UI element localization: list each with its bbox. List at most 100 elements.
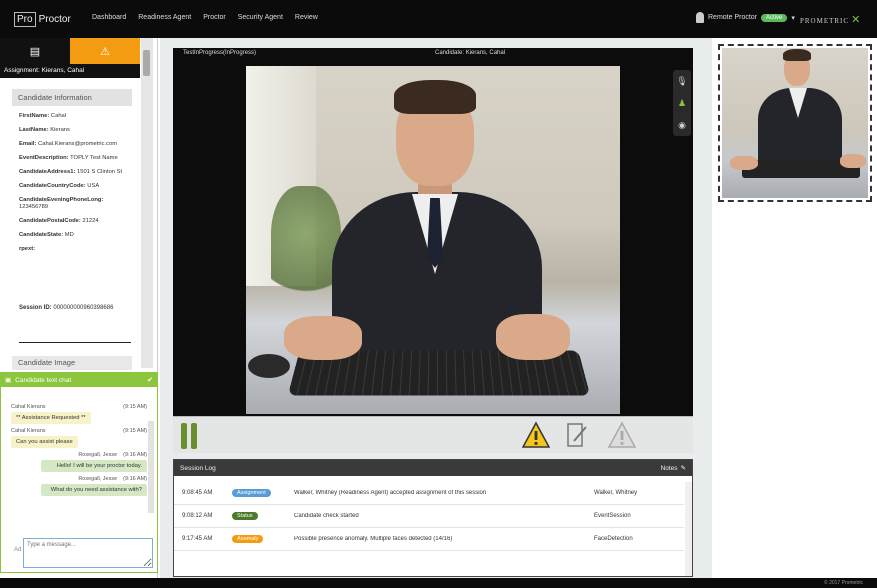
- footer: © 2017 Prometric: [0, 578, 877, 588]
- tab-candidate-info[interactable]: ▤: [0, 38, 70, 64]
- main-nav: Dashboard Readiness Agent Proctor Securi…: [92, 14, 318, 21]
- warning-icon-dot: [534, 442, 538, 445]
- raise-alert-button[interactable]: [522, 421, 550, 449]
- candidate-image-header[interactable]: Candidate Image: [12, 356, 132, 370]
- table-row[interactable]: 9:08:12 AM Status Candidate check started E…: [174, 505, 684, 528]
- session-log-title: Session Log: [180, 464, 216, 472]
- scrollbar-thumb[interactable]: [143, 50, 150, 76]
- thumb-hand-right: [840, 154, 866, 168]
- chat-bubble-incoming: Can you assist please: [11, 436, 78, 448]
- video-titlebar: TestInProgress(InProgress) Candidate: Ki…: [173, 48, 693, 60]
- chat-sender: Rosegall, Jesse: [78, 476, 118, 482]
- field-value: 123456789: [19, 204, 49, 210]
- person-icon[interactable]: ♟: [678, 98, 686, 109]
- field-first-name: FirstName: Cahal: [19, 113, 139, 120]
- field-value: 21224: [82, 218, 99, 224]
- tab-alerts[interactable]: ⚠: [70, 38, 140, 64]
- log-message: Possible presence anomaly. Multiple face…: [294, 536, 453, 542]
- status-badge: Status: [232, 512, 258, 520]
- video-thumbnail[interactable]: [718, 44, 872, 202]
- nav-readiness-agent[interactable]: Readiness Agent: [138, 14, 191, 21]
- user-icon: [696, 12, 704, 23]
- log-badge-cell: Status: [226, 512, 294, 520]
- candidate-hand-right: [496, 314, 570, 360]
- candidate-video-feed: [246, 66, 620, 414]
- secondary-alert-button[interactable]: [608, 421, 636, 449]
- nav-review[interactable]: Review: [295, 14, 318, 21]
- warning-icon: ⚠: [100, 45, 110, 58]
- nav-dashboard[interactable]: Dashboard: [92, 14, 126, 21]
- field-email: Email: Cahal.Kierans@prometric.com: [19, 141, 139, 148]
- field-label: CandidateAddress1:: [19, 169, 76, 175]
- user-menu[interactable]: Remote Proctor Active ▾: [696, 12, 795, 23]
- mouse: [248, 354, 290, 378]
- chat-input-box[interactable]: [23, 538, 153, 568]
- chevron-down-icon[interactable]: ✔: [147, 376, 153, 384]
- thumb-hand-left: [730, 156, 758, 170]
- brand-name: PROMETRIC: [800, 17, 850, 25]
- field-label: CandidateEveningPhoneLong:: [19, 197, 104, 203]
- video-background-plant: [271, 186, 341, 306]
- thumb-hair: [783, 49, 811, 61]
- field-last-name: LastName: Kierans: [19, 127, 139, 134]
- candidate-hair: [394, 80, 476, 114]
- field-value: Cahal: [50, 113, 67, 119]
- log-source: Walker, Whitney: [594, 490, 638, 496]
- field-value: USA: [87, 183, 100, 189]
- left-scrollbar[interactable]: [141, 38, 153, 368]
- field-evening-phone: CandidateEveningPhoneLong: 123456789: [19, 197, 139, 211]
- chat-bubble-outgoing: What do you need assistance with?: [41, 484, 147, 496]
- session-id-label: Session ID:: [19, 305, 52, 311]
- candidate-info-header[interactable]: Candidate Information: [12, 89, 132, 106]
- chat-header[interactable]: ▣ Candidate text chat ✔: [1, 373, 157, 387]
- log-badge-cell: Anomaly: [226, 535, 294, 543]
- chat-sender: Rosegall, Jesse: [78, 452, 118, 458]
- user-role-label: Remote Proctor: [708, 14, 758, 21]
- table-row[interactable]: 9:17:45 AM Anomaly Possible presence anoma…: [174, 528, 684, 551]
- notes-button[interactable]: Notes ✎: [661, 464, 686, 473]
- chat-title: Candidate text chat: [15, 376, 72, 384]
- note-edit-icon: ✎: [680, 465, 686, 472]
- field-label: CandidatePostalCode:: [19, 218, 81, 224]
- chat-time: (9:15 AM): [123, 428, 147, 434]
- chat-time: (9:15 AM): [123, 404, 147, 410]
- warning-outline-mark: [620, 431, 624, 440]
- nav-proctor[interactable]: Proctor: [203, 14, 226, 21]
- status-badge: Assignment: [232, 489, 271, 497]
- chat-bubble-incoming: ** Assistance Requested **: [11, 412, 91, 424]
- main-area: TestInProgress(InProgress) Candidate: Ki…: [160, 38, 712, 578]
- field-value: TOPLY Test Name: [70, 155, 118, 161]
- log-source: FaceDetection: [594, 536, 633, 542]
- pause-icon: [181, 423, 187, 449]
- session-id-value: 000000000960398686: [53, 305, 114, 311]
- app-logo[interactable]: Pro Proctor: [14, 9, 71, 29]
- session-log-header: Session Log Notes ✎: [174, 460, 692, 476]
- field-value: MD: [64, 232, 74, 238]
- chat-sender: Cahal Kierans: [11, 404, 46, 410]
- table-row[interactable]: 9:08:45 AM Assignment Walker, Whitney (Rea…: [174, 482, 684, 505]
- chat-scrollbar[interactable]: [148, 421, 154, 513]
- left-tabs: ▤ ⚠: [0, 38, 140, 64]
- nav-security-agent[interactable]: Security Agent: [238, 14, 283, 21]
- live-video-panel: TestInProgress(InProgress) Candidate: Ki…: [173, 48, 693, 453]
- video-controls: [173, 416, 693, 453]
- camera-icon[interactable]: ◉: [678, 120, 686, 131]
- field-value: Cahal.Kierans@prometric.com: [38, 141, 118, 147]
- field-rpext: rpext:: [19, 246, 139, 253]
- log-scrollbar[interactable]: [685, 482, 692, 576]
- log-time: 9:08:45 AM: [182, 490, 213, 496]
- log-time: 9:17:45 AM: [182, 536, 213, 542]
- brand-logo: PROMETRIC ✕: [800, 13, 861, 26]
- mic-icon[interactable]: 🎙: [676, 76, 687, 87]
- chat-icon: ▣: [5, 377, 12, 384]
- pause-button[interactable]: [181, 423, 199, 449]
- log-source: EventSession: [594, 513, 631, 519]
- session-state: TestInProgress(InProgress): [183, 50, 257, 56]
- chat-meta: Rosegall, Jesse (9:16 AM): [11, 452, 147, 458]
- top-navigation-bar: Pro Proctor Dashboard Readiness Agent Pr…: [0, 0, 877, 38]
- warning-outline-dot: [620, 442, 624, 445]
- chat-message-input[interactable]: [24, 539, 152, 567]
- add-note-button[interactable]: [566, 421, 588, 449]
- field-label: CandidateState:: [19, 232, 64, 238]
- status-badge: Active: [761, 13, 788, 22]
